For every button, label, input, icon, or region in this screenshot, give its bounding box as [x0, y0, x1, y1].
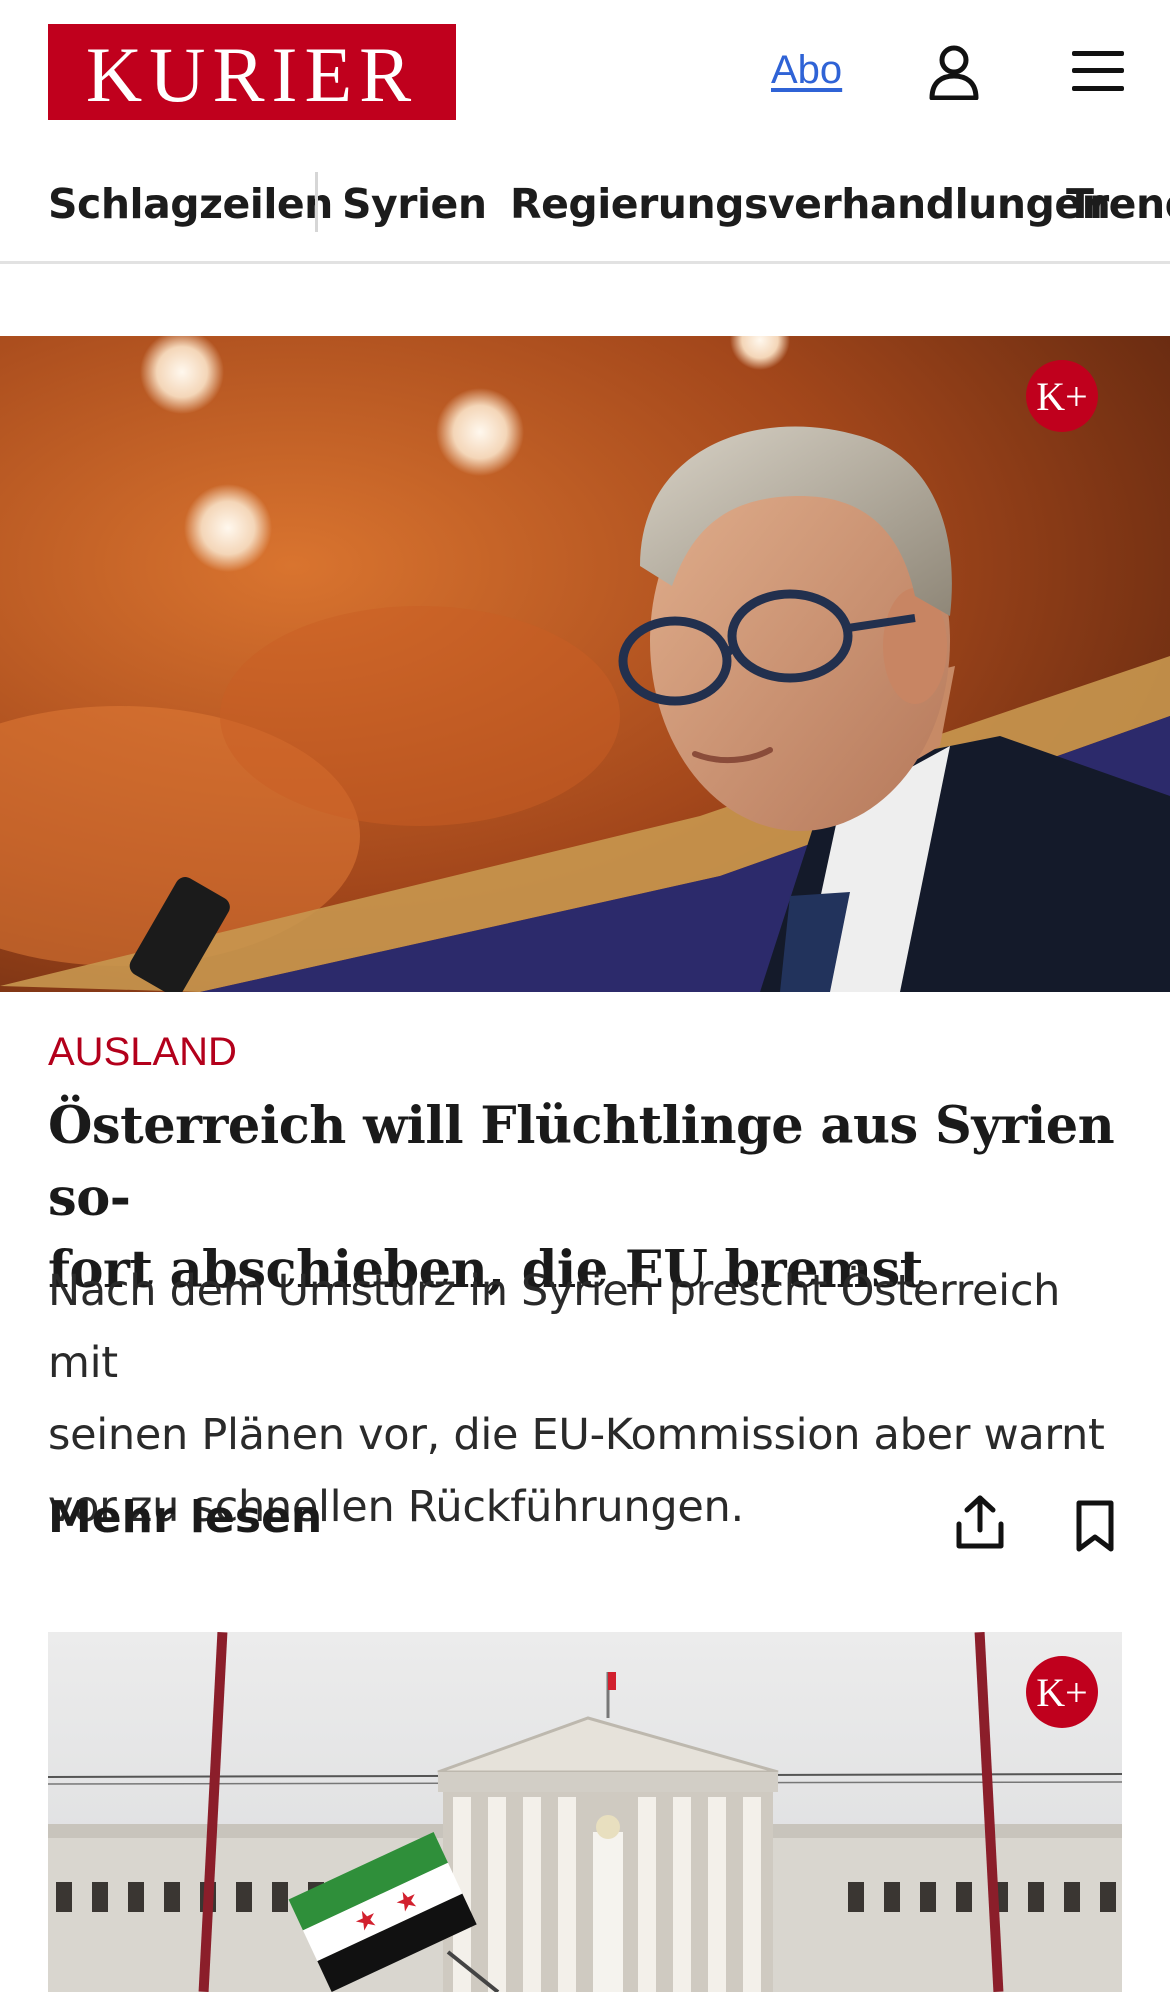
headline-line-1: Österreich will Flüchtlinge aus Syrien s…: [48, 1096, 1115, 1228]
site-header: KURIER Abo: [0, 0, 1170, 145]
teaser-line-2: seinen Plänen vor, die EU-Kommission abe…: [48, 1410, 1105, 1460]
bookmark-icon[interactable]: [1075, 1500, 1115, 1552]
parliament-photo: ★ ★: [48, 1632, 1122, 1992]
user-icon[interactable]: [928, 44, 980, 100]
nav-item-syrien[interactable]: Syrien: [342, 180, 487, 228]
article-category[interactable]: AUSLAND: [48, 1030, 237, 1075]
nav-divider: [315, 172, 318, 232]
kurier-logo[interactable]: KURIER: [48, 24, 456, 120]
abo-link[interactable]: Abo: [771, 48, 842, 93]
article-hero-image[interactable]: K+: [0, 336, 1170, 992]
teaser-line-1: Nach dem Umsturz in Syrien prescht Öster…: [48, 1266, 1061, 1388]
second-article-image[interactable]: ★ ★ K+: [48, 1632, 1122, 1992]
nav-item-trend[interactable]: Trend: [1066, 180, 1170, 228]
topic-navigation: Schlagzeilen Syrien Regierungsverhandlun…: [0, 160, 1170, 264]
kplus-premium-badge: K+: [1026, 360, 1098, 432]
hero-photo: [0, 336, 1170, 992]
logo-text: KURIER: [85, 31, 419, 118]
hamburger-menu-icon[interactable]: [1072, 48, 1124, 94]
kplus-premium-badge-2: K+: [1026, 1656, 1098, 1728]
read-more-link[interactable]: Mehr lesen: [48, 1492, 322, 1543]
nav-item-regierungsverhandlungen[interactable]: Regierungsverhandlungen: [510, 180, 1111, 228]
nav-item-schlagzeilen[interactable]: Schlagzeilen: [48, 180, 333, 228]
share-icon[interactable]: [955, 1494, 1005, 1550]
